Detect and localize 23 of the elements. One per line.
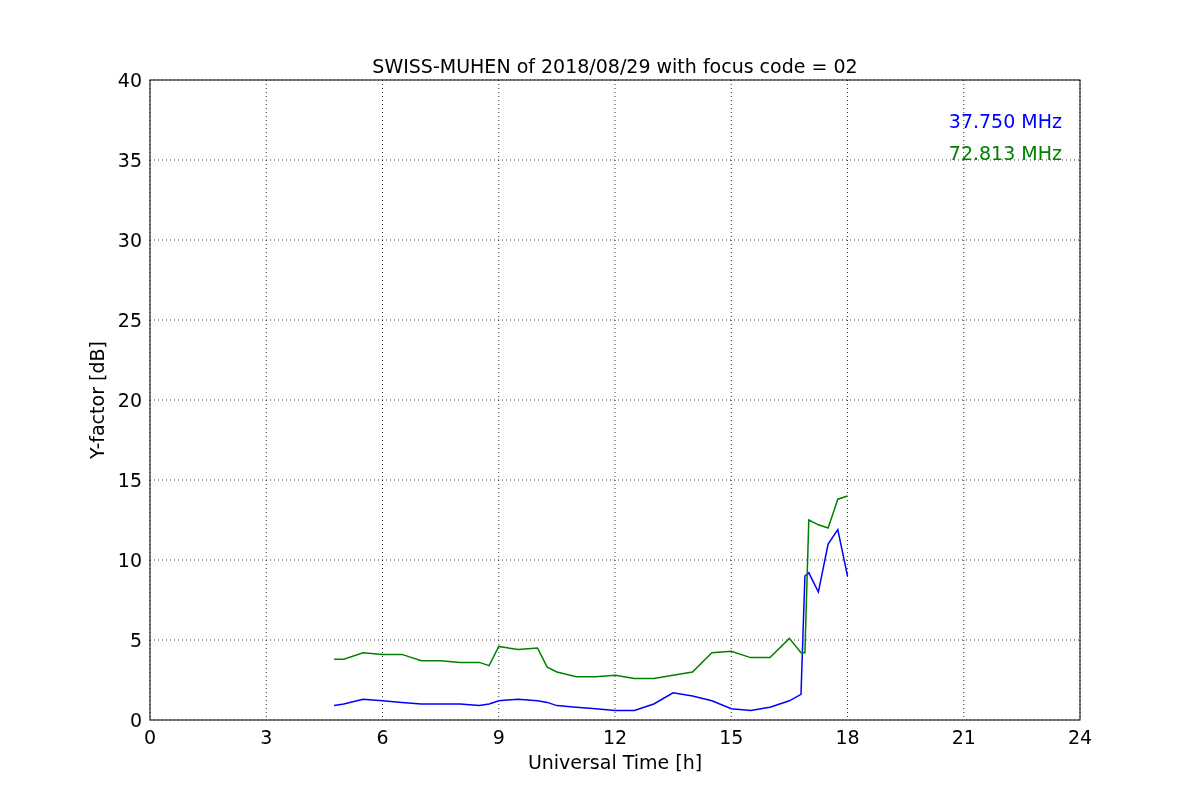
tick-label: 0 [129, 709, 142, 731]
tick-label: 6 [376, 726, 389, 748]
y-axis-label: Y-factor [dB] [86, 341, 108, 459]
tick-label: 10 [117, 549, 142, 571]
tick-label: 18 [835, 726, 860, 748]
tick-label: 5 [129, 629, 142, 651]
tick-label: 3 [260, 726, 273, 748]
x-axis-label: Universal Time [h] [527, 751, 703, 773]
tick-label: 24 [1067, 726, 1093, 748]
tick-label: 0 [143, 726, 157, 748]
tick-label: 30 [117, 229, 142, 251]
tick-label: 9 [492, 726, 505, 748]
tick-label: 40 [117, 69, 142, 91]
tick-label: 20 [117, 389, 142, 411]
tick-label: 25 [117, 309, 142, 331]
tick-label: 15 [117, 469, 142, 491]
tick-label: 35 [117, 149, 142, 171]
tick-label: 15 [719, 726, 744, 748]
tick-label: 12 [602, 726, 628, 748]
chart-title: SWISS-MUHEN of 2018/08/29 with focus code = 02 [372, 55, 858, 77]
legend-label: 37.750 MHz [948, 110, 1062, 132]
tick-label: 21 [951, 726, 976, 748]
legend-label: 72.813 MHz [948, 142, 1062, 164]
